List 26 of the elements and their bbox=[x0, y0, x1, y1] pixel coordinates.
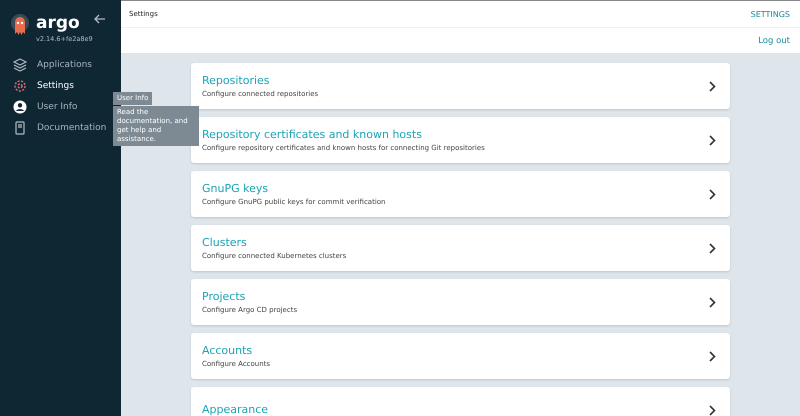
card-title: GnuPG keys bbox=[202, 182, 270, 194]
log-out-link[interactable]: Log out bbox=[758, 36, 790, 46]
card-title: Repositories bbox=[202, 74, 271, 86]
layers-icon bbox=[13, 58, 27, 72]
chevron-right-icon bbox=[709, 188, 716, 200]
logo-text: argo bbox=[36, 14, 81, 32]
back-arrow-icon[interactable] bbox=[94, 14, 106, 24]
nav-item[interactable]: Settings bbox=[0, 75, 77, 96]
card-title: Projects bbox=[202, 290, 246, 302]
nav-item[interactable]: Documentation bbox=[0, 117, 110, 138]
book-icon bbox=[13, 120, 27, 134]
settings-tab[interactable]: SETTINGS bbox=[750, 10, 790, 18]
card-title: Appearance bbox=[202, 404, 270, 416]
chevron-right-icon bbox=[709, 296, 716, 308]
chevron-right-icon bbox=[709, 242, 716, 254]
card-title: Repository certificates and known hosts bbox=[202, 128, 423, 140]
chevron-right-icon bbox=[709, 404, 716, 416]
nav-item[interactable]: Applications bbox=[0, 54, 95, 75]
user-icon bbox=[13, 100, 27, 114]
gear-icon bbox=[13, 78, 27, 92]
chevron-right-icon bbox=[709, 350, 716, 362]
chevron-right-icon bbox=[709, 80, 716, 92]
card-title: Clusters bbox=[202, 236, 248, 248]
chevron-right-icon bbox=[709, 134, 716, 146]
card-title: Accounts bbox=[202, 344, 254, 356]
nav-item[interactable]: User Info bbox=[0, 96, 80, 117]
